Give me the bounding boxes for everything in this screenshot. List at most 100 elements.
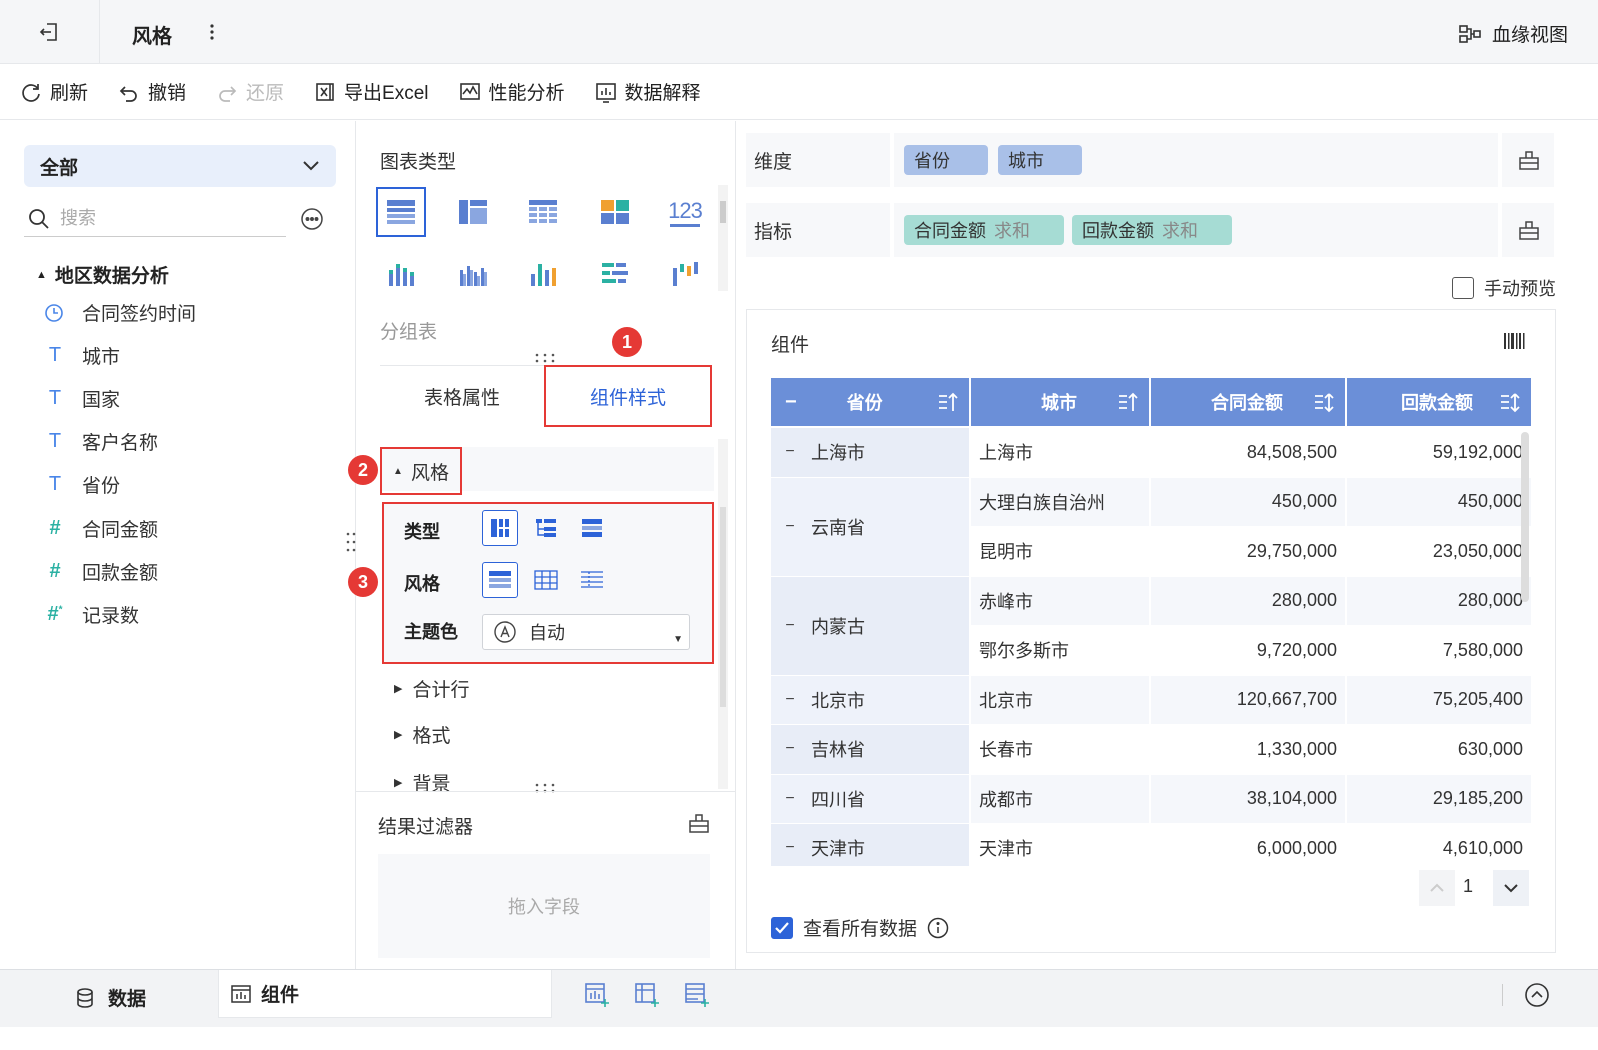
more-circle-icon [301, 208, 323, 230]
barcode-button[interactable] [1503, 330, 1525, 352]
search-more-button[interactable] [300, 207, 324, 231]
dataset-tree-root[interactable]: ▲ 地区数据分析 [36, 261, 169, 288]
info-icon[interactable] [927, 917, 949, 939]
chart-type-dashboard[interactable] [590, 187, 640, 237]
column-header-city[interactable]: 城市 [971, 378, 1149, 426]
chart-type-detail-table[interactable] [518, 187, 568, 237]
chart-type-stacked-bar[interactable] [376, 249, 426, 299]
collapse-panel-button[interactable] [1524, 982, 1550, 1008]
style-section-header[interactable]: ▲ 风格 [380, 447, 462, 495]
dimension-shelf[interactable]: 维度 省份 城市 [746, 133, 1554, 187]
manual-preview-checkbox[interactable] [1452, 277, 1474, 299]
measure-pill[interactable]: 合同金额 求和 [904, 215, 1064, 245]
view-all-checkbox[interactable] [771, 916, 793, 939]
collapse-row-icon[interactable]: − [783, 839, 797, 856]
collapse-row-icon[interactable]: − [783, 740, 797, 757]
lineage-view-button[interactable]: 血缘视图 [1458, 20, 1568, 47]
measure-pill[interactable]: 回款金额 求和 [1072, 215, 1232, 245]
province-cell[interactable]: − 天津市 [771, 824, 969, 866]
field-item[interactable]: # 回款金额 [44, 558, 158, 585]
chart-type-grouped-table[interactable] [376, 187, 426, 237]
measure-shelf[interactable]: 指标 合同金额 求和 回款金额 求和 [746, 203, 1554, 257]
field-item[interactable]: T 国家 [44, 385, 120, 412]
style-option-striped[interactable] [482, 562, 518, 598]
chart-type-waterfall[interactable] [660, 249, 710, 299]
collapse-row-icon[interactable]: − [783, 790, 797, 807]
section-format[interactable]: ▶ 格式 [394, 721, 450, 748]
data-explain-button[interactable]: 数据解释 [595, 78, 701, 105]
tab-component-style[interactable]: 组件样式 [544, 365, 712, 427]
type-option-tree[interactable] [528, 510, 564, 546]
field-item[interactable]: T 城市 [44, 342, 120, 369]
filter-drop-zone[interactable]: 拖入字段 [378, 854, 710, 958]
collapse-row-icon[interactable]: − [783, 518, 797, 535]
sort-icon[interactable] [937, 391, 959, 413]
theme-color-value: 自动 [529, 623, 565, 643]
sort-icon[interactable] [1117, 391, 1139, 413]
province-cell[interactable]: − 上海市 [771, 428, 969, 477]
sort-icon[interactable] [1313, 391, 1335, 413]
column-header-province[interactable]: − 省份 [771, 378, 969, 426]
province-cell[interactable]: − 北京市 [771, 675, 969, 724]
chart-type-grouped-bar[interactable] [448, 249, 498, 299]
column-header-contract[interactable]: 合同金额 [1151, 378, 1345, 426]
field-item[interactable]: T 客户名称 [44, 428, 158, 455]
measure-clear-button[interactable] [1518, 219, 1540, 241]
export-excel-button[interactable]: 导出Excel [314, 78, 429, 105]
field-item[interactable]: #* 记录数 [44, 601, 139, 628]
tab-table-properties[interactable]: 表格属性 [380, 365, 544, 427]
manual-preview-toggle[interactable]: 手动预览 [1452, 275, 1556, 301]
province-cell[interactable]: − 内蒙古 [771, 576, 969, 675]
filter-clear-button[interactable] [688, 812, 710, 834]
dimension-clear-button[interactable] [1518, 149, 1540, 171]
type-option-cross[interactable] [574, 510, 610, 546]
style-option-lines[interactable] [574, 562, 610, 598]
sort-icon[interactable] [1499, 391, 1521, 413]
performance-analysis-button[interactable]: 性能分析 [459, 78, 565, 105]
page-number: 1 [1463, 876, 1474, 896]
split-drag-handle[interactable] [534, 353, 556, 363]
tab-component[interactable]: 组件 [218, 970, 552, 1018]
redo-button[interactable]: 还原 [216, 78, 284, 105]
province-cell[interactable]: − 云南省 [771, 477, 969, 576]
column-header-payment[interactable]: 回款金额 [1347, 378, 1531, 426]
panel-resize-handle[interactable] [346, 531, 356, 553]
refresh-button[interactable]: 刷新 [20, 78, 88, 105]
section-total-row[interactable]: ▶ 合计行 [394, 675, 469, 702]
add-crosstab-button[interactable] [634, 982, 660, 1008]
collapse-row-icon[interactable]: − [783, 691, 797, 708]
chart-type-horizontal-bar[interactable] [590, 249, 640, 299]
theme-color-select[interactable]: 自动 ▼ [482, 614, 690, 650]
chart-type-scroll-thumb[interactable] [720, 201, 726, 223]
chart-type-bar[interactable] [518, 249, 568, 299]
page-next-button[interactable] [1493, 870, 1529, 906]
field-item[interactable]: # 合同金额 [44, 515, 158, 542]
bottom-divider [1502, 984, 1503, 1006]
undo-button[interactable]: 撤销 [118, 78, 186, 105]
province-cell[interactable]: − 四川省 [771, 774, 969, 823]
table-scrollbar[interactable] [1521, 432, 1529, 602]
dimension-pill[interactable]: 城市 [998, 145, 1082, 175]
contract-amount-cell: 9,720,000 [1151, 626, 1345, 675]
more-options-button[interactable] [206, 20, 218, 44]
dataset-filter-dropdown[interactable]: 全部 [24, 145, 336, 187]
style-option-grid[interactable] [528, 562, 564, 598]
chart-type-pivot-table[interactable] [448, 187, 498, 237]
view-all-data-toggle[interactable]: 查看所有数据 [771, 914, 949, 941]
province-cell[interactable]: − 吉林省 [771, 725, 969, 774]
search-input[interactable] [60, 208, 260, 229]
dimension-pill[interactable]: 省份 [904, 145, 988, 175]
tab-data[interactable]: 数据 [74, 984, 146, 1011]
type-option-compact[interactable] [482, 510, 518, 546]
add-chart-button[interactable] [584, 982, 610, 1008]
field-item[interactable]: T 省份 [44, 471, 120, 498]
exit-button[interactable] [0, 0, 100, 64]
drag-dots-icon [346, 532, 356, 552]
style-scroll-thumb[interactable] [720, 507, 726, 707]
chart-type-kpi[interactable]: 123 [660, 187, 710, 237]
field-item[interactable]: 合同签约时间 [44, 299, 196, 326]
collapse-row-icon[interactable]: − [783, 443, 797, 460]
collapse-row-icon[interactable]: − [783, 617, 797, 634]
page-prev-button[interactable] [1419, 870, 1455, 906]
add-table-button[interactable] [684, 982, 710, 1008]
